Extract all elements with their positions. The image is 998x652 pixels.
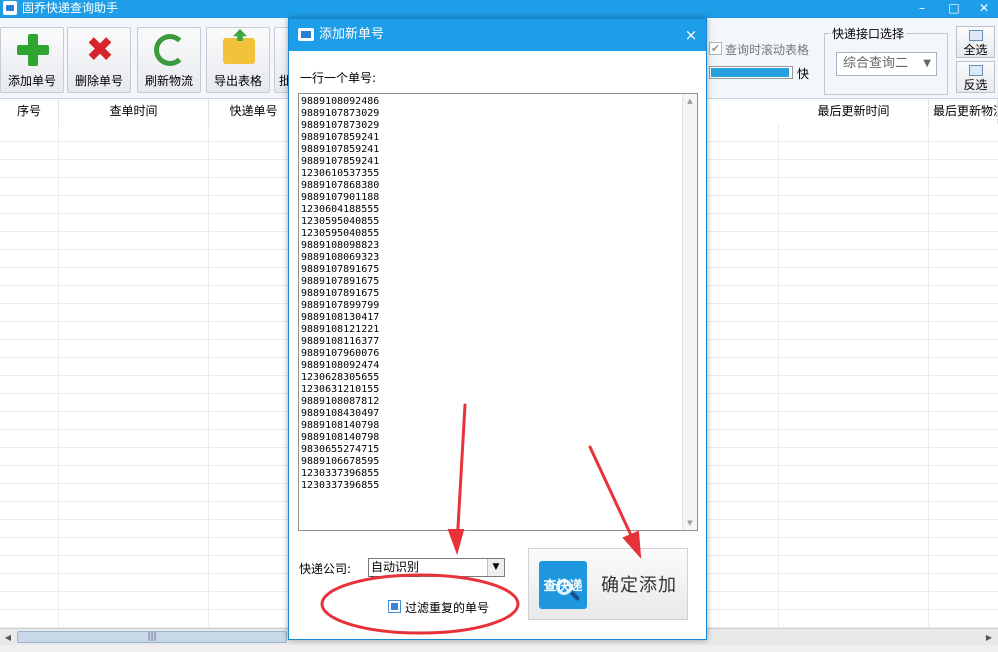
tracking-number-line: 9889108130417 <box>301 312 380 323</box>
numbers-list: 9889108092486 9889107873029 9889107873029 9… <box>301 96 379 492</box>
delete-x-icon: ✖ <box>85 30 115 70</box>
chevron-down-icon: ▼ <box>923 58 931 69</box>
chevron-down-icon: ▼ <box>487 559 504 576</box>
dialog-logo-icon <box>298 28 314 41</box>
add-number-button[interactable]: 添加单号 <box>0 27 64 93</box>
add-number-dialog: 添加新单号 × 一行一个单号: 9889108092486 98891078730… <box>288 18 707 640</box>
tracking-number-line: 9889108140798 <box>301 432 380 443</box>
tracking-number-line: 1230595040855 <box>301 228 380 239</box>
tracking-number-line: 9889108140798 <box>301 420 380 431</box>
dialog-close-icon[interactable]: × <box>682 19 700 51</box>
app-title: 固乔快递查询助手 <box>22 1 119 15</box>
minimize-button[interactable]: – <box>908 0 936 16</box>
scrollbar-thumb[interactable]: ||| <box>17 631 287 643</box>
tracking-number-line: 9889107960076 <box>301 348 380 359</box>
tracking-number-line: 9889107859241 <box>301 132 380 143</box>
scroll-right-icon[interactable]: ▶ <box>982 631 996 644</box>
refresh-logistics-label: 刷新物流 <box>144 74 193 88</box>
numbers-prompt-label: 一行一个单号: <box>300 71 377 85</box>
folder-export-icon <box>223 38 255 64</box>
app-title-bar: 固乔快递查询助手 – □ ✕ <box>0 0 998 18</box>
progress-fill <box>711 68 789 77</box>
tracking-number-line: 1230631210155 <box>301 384 380 395</box>
select-all-button[interactable]: 全选 <box>956 26 995 58</box>
select-all-label: 全选 <box>963 43 988 57</box>
confirm-add-button[interactable]: 查快递 确定添加 <box>528 548 688 620</box>
tracking-number-line: 1230337396855 <box>301 480 380 491</box>
tracking-number-line: 9830655274715 <box>301 444 380 455</box>
column-header-query-time[interactable]: 查单时间 <box>59 99 209 124</box>
tracking-number-line: 9889107891675 <box>301 264 380 275</box>
search-express-logo-icon: 查快递 <box>539 561 587 609</box>
tracking-number-line: 1230628305655 <box>301 372 380 383</box>
refresh-logistics-button[interactable]: 刷新物流 <box>137 27 201 93</box>
close-button[interactable]: ✕ <box>970 0 998 16</box>
numbers-textarea[interactable]: 9889108092486 9889107873029 9889107873029 9… <box>298 93 698 531</box>
tracking-number-line: 9889107859241 <box>301 156 380 167</box>
export-table-label: 导出表格 <box>213 74 262 88</box>
tracking-number-line: 9889108098823 <box>301 240 380 251</box>
invert-select-label: 反选 <box>963 78 988 92</box>
scroll-table-label: 查询时滚动表格 <box>725 43 810 57</box>
textarea-scrollbar[interactable]: ▲ ▼ <box>682 94 697 530</box>
tracking-number-line: 9889108430497 <box>301 408 380 419</box>
tracking-number-line: 9889108116377 <box>301 336 380 347</box>
app-logo-icon <box>3 1 17 15</box>
tracking-number-line: 9889107859241 <box>301 144 380 155</box>
tracking-number-line: 9889107899799 <box>301 300 380 311</box>
tracking-number-line: 9889108069323 <box>301 252 380 263</box>
tracking-number-line: 9889107873029 <box>301 120 380 131</box>
select-all-icon <box>968 30 983 41</box>
delete-number-button[interactable]: ✖ 删除单号 <box>67 27 131 93</box>
scroll-down-icon[interactable]: ▼ <box>683 516 697 530</box>
tracking-number-line: 9889108092474 <box>301 360 380 371</box>
tracking-number-line: 9889107891675 <box>301 276 380 287</box>
tracking-number-line: 1230604188555 <box>301 204 380 215</box>
column-header-last-update-time[interactable]: 最后更新时间 <box>779 99 929 124</box>
filter-duplicates-checkbox[interactable] <box>388 600 401 613</box>
query-progress-bar <box>709 66 793 79</box>
api-select-dropdown[interactable]: 综合查询二 ▼ <box>836 52 937 76</box>
filter-duplicates-label[interactable]: 过滤重复的单号 <box>405 599 489 616</box>
scroll-up-icon[interactable]: ▲ <box>683 94 697 108</box>
tracking-number-line: 9889107891675 <box>301 288 380 299</box>
scroll-table-checkbox[interactable]: ✔ <box>709 42 722 55</box>
api-select-value: 综合查询二 <box>843 56 909 71</box>
maximize-button[interactable]: □ <box>940 0 968 16</box>
invert-select-button[interactable]: 反选 <box>956 61 995 93</box>
tracking-number-line: 1230337396855 <box>301 468 380 479</box>
tracking-number-line: 9889107868380 <box>301 180 380 191</box>
add-number-label: 添加单号 <box>7 74 56 88</box>
column-header-index[interactable]: 序号 <box>0 99 59 124</box>
column-header-tracking-number[interactable]: 快递单号 <box>209 99 299 124</box>
api-group-title: 快递接口选择 <box>830 25 907 42</box>
plus-icon <box>17 34 49 66</box>
tracking-number-line: 9889107901188 <box>301 192 380 203</box>
export-table-button[interactable]: 导出表格 <box>206 27 270 93</box>
refresh-icon <box>154 34 186 66</box>
tracking-number-line: 9889108092486 <box>301 96 380 107</box>
delete-number-label: 删除单号 <box>74 74 123 88</box>
checkbox-fill <box>391 603 398 610</box>
courier-label: 快递公司: <box>299 562 352 576</box>
tracking-number-line: 9889107873029 <box>301 108 380 119</box>
tracking-number-line: 9889108121221 <box>301 324 380 335</box>
column-header-last-update-logistics[interactable]: 最后更新物流 <box>929 99 998 124</box>
dialog-title-bar: 添加新单号 × <box>289 19 706 51</box>
scroll-left-icon[interactable]: ◀ <box>1 631 15 644</box>
status-bar <box>0 645 998 652</box>
confirm-add-label: 确定添加 <box>601 575 677 596</box>
tracking-number-line: 9889106678595 <box>301 456 380 467</box>
tracking-number-line: 1230610537355 <box>301 168 380 179</box>
tracking-number-line: 9889108087812 <box>301 396 380 407</box>
progress-label: 快 <box>797 67 810 81</box>
tracking-number-line: 1230595040855 <box>301 216 380 227</box>
courier-select-value: 自动识别 <box>371 559 420 577</box>
courier-select[interactable]: 自动识别 ▼ <box>368 558 505 577</box>
invert-select-icon <box>968 65 983 76</box>
dialog-title: 添加新单号 <box>319 27 385 42</box>
